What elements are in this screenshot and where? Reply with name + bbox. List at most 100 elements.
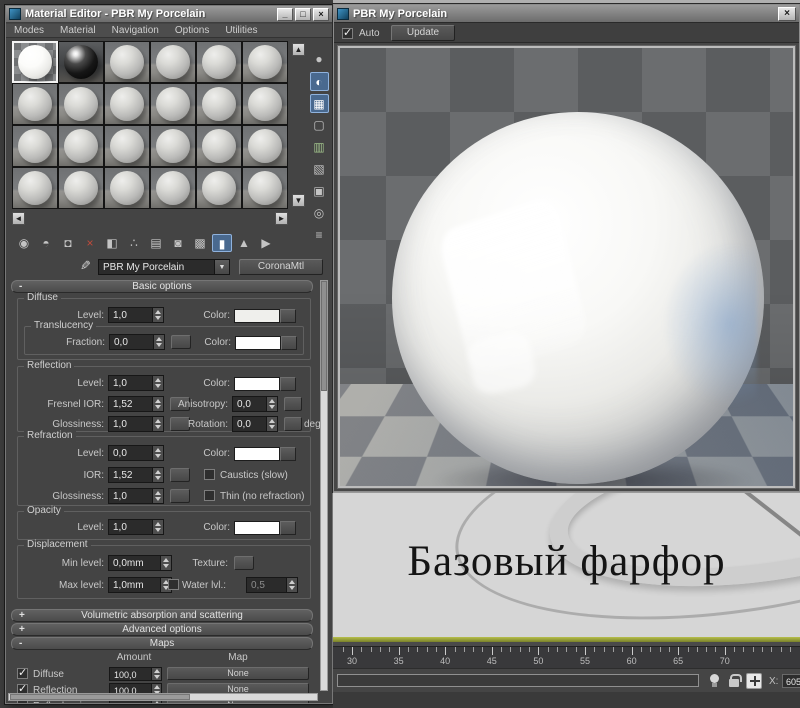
scrollbar-thumb[interactable] <box>321 281 327 391</box>
material-slot-8[interactable] <box>58 83 104 125</box>
rollout-maps[interactable]: - Maps <box>11 637 313 650</box>
video-color-check-icon[interactable]: ▥ <box>310 138 329 157</box>
show-shaded-material-in-viewport-icon[interactable]: ▩ <box>190 234 210 252</box>
refraction-glossiness-spinner[interactable]: 1,0 <box>108 488 164 504</box>
material-slot-16[interactable] <box>150 125 196 167</box>
minimize-button[interactable]: _ <box>277 8 293 21</box>
rollout-volumetric[interactable]: + Volumetric absorption and scattering <box>11 609 313 622</box>
material-slot-24[interactable] <box>242 167 288 209</box>
go-forward-to-sibling-icon[interactable]: ▶ <box>256 234 276 252</box>
get-material-icon[interactable]: ◉ <box>14 234 34 252</box>
refraction-glossiness-map-button[interactable] <box>170 489 190 503</box>
displacement-max-spinner[interactable]: 1,0mm <box>108 577 172 593</box>
material-id-channel-icon[interactable]: ◙ <box>168 234 188 252</box>
material-slot-10[interactable] <box>150 83 196 125</box>
anisotropy-map-button[interactable] <box>284 397 302 411</box>
water-level-checkbox[interactable] <box>168 579 179 590</box>
material-slot-5[interactable] <box>196 41 242 83</box>
translucency-color-map-button[interactable] <box>281 336 297 350</box>
slots-scroll-right-button[interactable]: ► <box>275 212 288 225</box>
material-slot-23[interactable] <box>196 167 242 209</box>
diffuse-color-map-button[interactable] <box>280 309 296 323</box>
material-slot-22[interactable] <box>150 167 196 209</box>
refraction-color-swatch[interactable] <box>234 447 280 461</box>
viewport[interactable]: Базовый фарфор <box>333 492 800 637</box>
map-amount-spinner[interactable]: 100,0 <box>109 667 162 681</box>
caustics-checkbox[interactable] <box>204 469 215 480</box>
opacity-color-swatch[interactable] <box>234 521 280 535</box>
horizontal-scrollbar[interactable] <box>8 693 318 701</box>
displacement-texture-button[interactable] <box>234 556 254 570</box>
prompt-field[interactable] <box>337 674 699 687</box>
render-window-titlebar[interactable]: PBR My Porcelain × <box>334 5 799 22</box>
reflection-color-swatch[interactable] <box>234 377 280 391</box>
material-slot-9[interactable] <box>104 83 150 125</box>
thin-checkbox[interactable] <box>204 490 215 501</box>
reflection-color-map-button[interactable] <box>280 377 296 391</box>
material-map-navigator-icon[interactable]: ≡ <box>310 226 329 245</box>
anisotropy-spinner[interactable]: 0,0 <box>232 396 278 412</box>
material-type-button[interactable]: CoronaMtl <box>239 259 323 275</box>
timeline-ruler[interactable]: 303540455055606570 <box>333 646 800 668</box>
rotation-map-button[interactable] <box>284 417 302 431</box>
auto-update-checkbox[interactable] <box>342 28 353 39</box>
slots-scroll-up-button[interactable]: ▲ <box>292 43 305 56</box>
generate-preview-icon[interactable]: ▧ <box>310 160 329 179</box>
water-level-spinner[interactable]: 0,5 <box>246 577 298 593</box>
slots-scroll-left-button[interactable]: ◄ <box>12 212 25 225</box>
close-button[interactable]: × <box>778 7 796 21</box>
material-slot-12[interactable] <box>242 83 288 125</box>
material-slot-13[interactable] <box>12 125 58 167</box>
sample-uv-tiling-icon[interactable]: ▢ <box>310 116 329 135</box>
material-slot-2[interactable] <box>58 41 104 83</box>
material-slot-11[interactable] <box>196 83 242 125</box>
menu-material[interactable]: Material <box>52 24 104 36</box>
material-slot-20[interactable] <box>58 167 104 209</box>
map-slot-button[interactable]: None <box>167 667 309 680</box>
refraction-ior-map-button[interactable] <box>170 468 190 482</box>
refraction-ior-spinner[interactable]: 1,52 <box>108 467 164 483</box>
material-slot-18[interactable] <box>242 125 288 167</box>
lock-selection-icon[interactable] <box>729 679 739 687</box>
make-unique-icon[interactable]: ∴ <box>124 234 144 252</box>
background-icon[interactable]: ▦ <box>310 94 329 113</box>
put-to-library-icon[interactable]: ▤ <box>146 234 166 252</box>
put-material-to-scene-icon[interactable]: ◓ <box>36 234 56 252</box>
translucency-color-swatch[interactable] <box>235 336 281 350</box>
material-editor-titlebar[interactable]: Material Editor - PBR My Porcelain _□× <box>6 6 332 23</box>
menu-modes[interactable]: Modes <box>6 24 52 36</box>
opacity-color-map-button[interactable] <box>280 521 296 535</box>
material-slot-14[interactable] <box>58 125 104 167</box>
select-by-material-icon[interactable]: ◎ <box>310 204 329 223</box>
reset-map-mtl-icon[interactable]: × <box>80 234 100 252</box>
backlight-icon[interactable]: ◐ <box>310 72 329 91</box>
material-slot-19[interactable] <box>12 167 58 209</box>
material-slot-17[interactable] <box>196 125 242 167</box>
transform-gizmo-icon[interactable] <box>746 673 762 689</box>
close-button[interactable]: × <box>313 8 329 21</box>
menu-navigation[interactable]: Navigation <box>104 24 167 36</box>
material-slot-7[interactable] <box>12 83 58 125</box>
material-name-dropdown[interactable]: PBR My Porcelain ▼ <box>98 259 230 275</box>
make-material-copy-icon[interactable]: ◧ <box>102 234 122 252</box>
refraction-color-map-button[interactable] <box>280 447 296 461</box>
show-end-result-icon[interactable]: ▮ <box>212 234 232 252</box>
material-slot-6[interactable] <box>242 41 288 83</box>
sample-type-sphere-icon[interactable]: ● <box>310 50 329 69</box>
rollout-scrollbar[interactable] <box>320 280 328 691</box>
material-slot-4[interactable] <box>150 41 196 83</box>
x-coordinate-field[interactable]: 605,598mm <box>782 674 800 688</box>
lightbulb-icon[interactable] <box>710 674 719 683</box>
material-slot-1[interactable] <box>12 41 58 83</box>
material-slot-3[interactable] <box>104 41 150 83</box>
slots-scroll-down-button[interactable]: ▼ <box>292 194 305 207</box>
assign-material-to-selection-icon[interactable]: ◘ <box>58 234 78 252</box>
map-enable-checkbox[interactable] <box>17 668 28 679</box>
material-slot-15[interactable] <box>104 125 150 167</box>
diffuse-color-swatch[interactable] <box>234 309 280 323</box>
maximize-button[interactable]: □ <box>295 8 311 21</box>
scrollbar-thumb[interactable] <box>10 694 190 700</box>
update-button[interactable]: Update <box>391 25 455 41</box>
menu-options[interactable]: Options <box>167 24 217 36</box>
options-icon[interactable]: ▣ <box>310 182 329 201</box>
